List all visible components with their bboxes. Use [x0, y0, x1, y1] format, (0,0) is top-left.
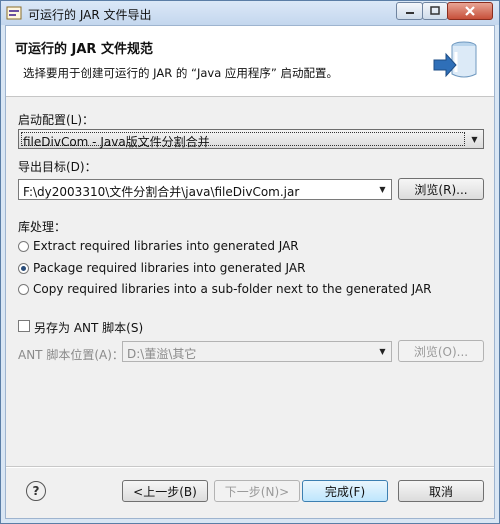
save-ant-checkbox[interactable] — [18, 320, 30, 332]
jar-export-wizard-icon — [433, 41, 477, 78]
dialog-content: 可运行的 JAR 文件规范 选择要用于创建可运行的 JAR 的 “Java 应用… — [5, 25, 495, 519]
export-wizard-window: 可运行的 JAR 文件导出 可运行的 JAR 文件规范 选择要用于创建可运行的 … — [0, 0, 500, 524]
back-button[interactable]: <上一步(B) — [122, 480, 208, 502]
next-button[interactable]: 下一步(N)> — [214, 480, 300, 502]
browse-ant-button[interactable]: 浏览(O)... — [398, 340, 484, 362]
ant-location-combo[interactable]: D:\董溢\其它 ▼ — [122, 341, 392, 362]
chevron-down-icon[interactable]: ▼ — [466, 130, 483, 148]
save-ant-label: 另存为 ANT 脚本(S) — [34, 321, 144, 335]
title-bar[interactable]: 可运行的 JAR 文件导出 — [1, 1, 499, 25]
launch-config-value: fileDivCom - Java版文件分割合并 — [23, 135, 210, 149]
radio-button[interactable] — [18, 283, 29, 295]
radio-package-libraries[interactable]: Package required libraries into generate… — [18, 261, 305, 275]
radio-copy-libraries[interactable]: Copy required libraries into a sub-folde… — [18, 282, 432, 296]
page-description: 选择要用于创建可运行的 JAR 的 “Java 应用程序” 启动配置。 — [23, 66, 339, 80]
browse-target-button[interactable]: 浏览(R)... — [398, 178, 484, 200]
maximize-button[interactable] — [422, 2, 448, 20]
cancel-button[interactable]: 取消 — [398, 480, 484, 502]
footer-divider — [6, 466, 494, 468]
wizard-header: 可运行的 JAR 文件规范 选择要用于创建可运行的 JAR 的 “Java 应用… — [6, 26, 494, 97]
ant-location-value: D:\董溢\其它 — [127, 347, 197, 361]
radio-label: Package required libraries into generate… — [33, 261, 306, 275]
maximize-icon — [430, 6, 440, 15]
export-target-combo[interactable]: F:\dy2003310\文件分割合并\java\fileDivCom.jar … — [18, 179, 392, 200]
radio-button[interactable] — [18, 240, 29, 252]
radio-label: Copy required libraries into a sub-folde… — [33, 282, 432, 296]
radio-label: Extract required libraries into generate… — [33, 239, 299, 253]
launch-config-label: 启动配置(L)： — [18, 113, 95, 127]
app-icon — [6, 6, 22, 20]
radio-extract-libraries[interactable]: Extract required libraries into generate… — [18, 239, 299, 253]
radio-button[interactable] — [18, 262, 29, 274]
close-button[interactable] — [447, 2, 493, 20]
finish-button[interactable]: 完成(F) — [302, 480, 388, 502]
close-icon — [465, 6, 475, 16]
help-icon[interactable]: ? — [26, 481, 46, 501]
window-title: 可运行的 JAR 文件导出 — [28, 8, 152, 22]
export-target-value: F:\dy2003310\文件分割合并\java\fileDivCom.jar — [23, 185, 300, 199]
minimize-button[interactable] — [396, 2, 423, 20]
chevron-down-icon[interactable]: ▼ — [374, 180, 391, 199]
ant-location-label: ANT 脚本位置(A)： — [18, 348, 124, 362]
page-title: 可运行的 JAR 文件规范 — [15, 42, 153, 57]
export-target-label: 导出目标(D)： — [18, 160, 97, 174]
library-handling-label: 库处理： — [18, 220, 67, 234]
launch-config-select[interactable]: fileDivCom - Java版文件分割合并 ▼ — [18, 129, 484, 149]
chevron-down-icon[interactable]: ▼ — [374, 342, 391, 361]
minimize-icon — [405, 12, 414, 14]
